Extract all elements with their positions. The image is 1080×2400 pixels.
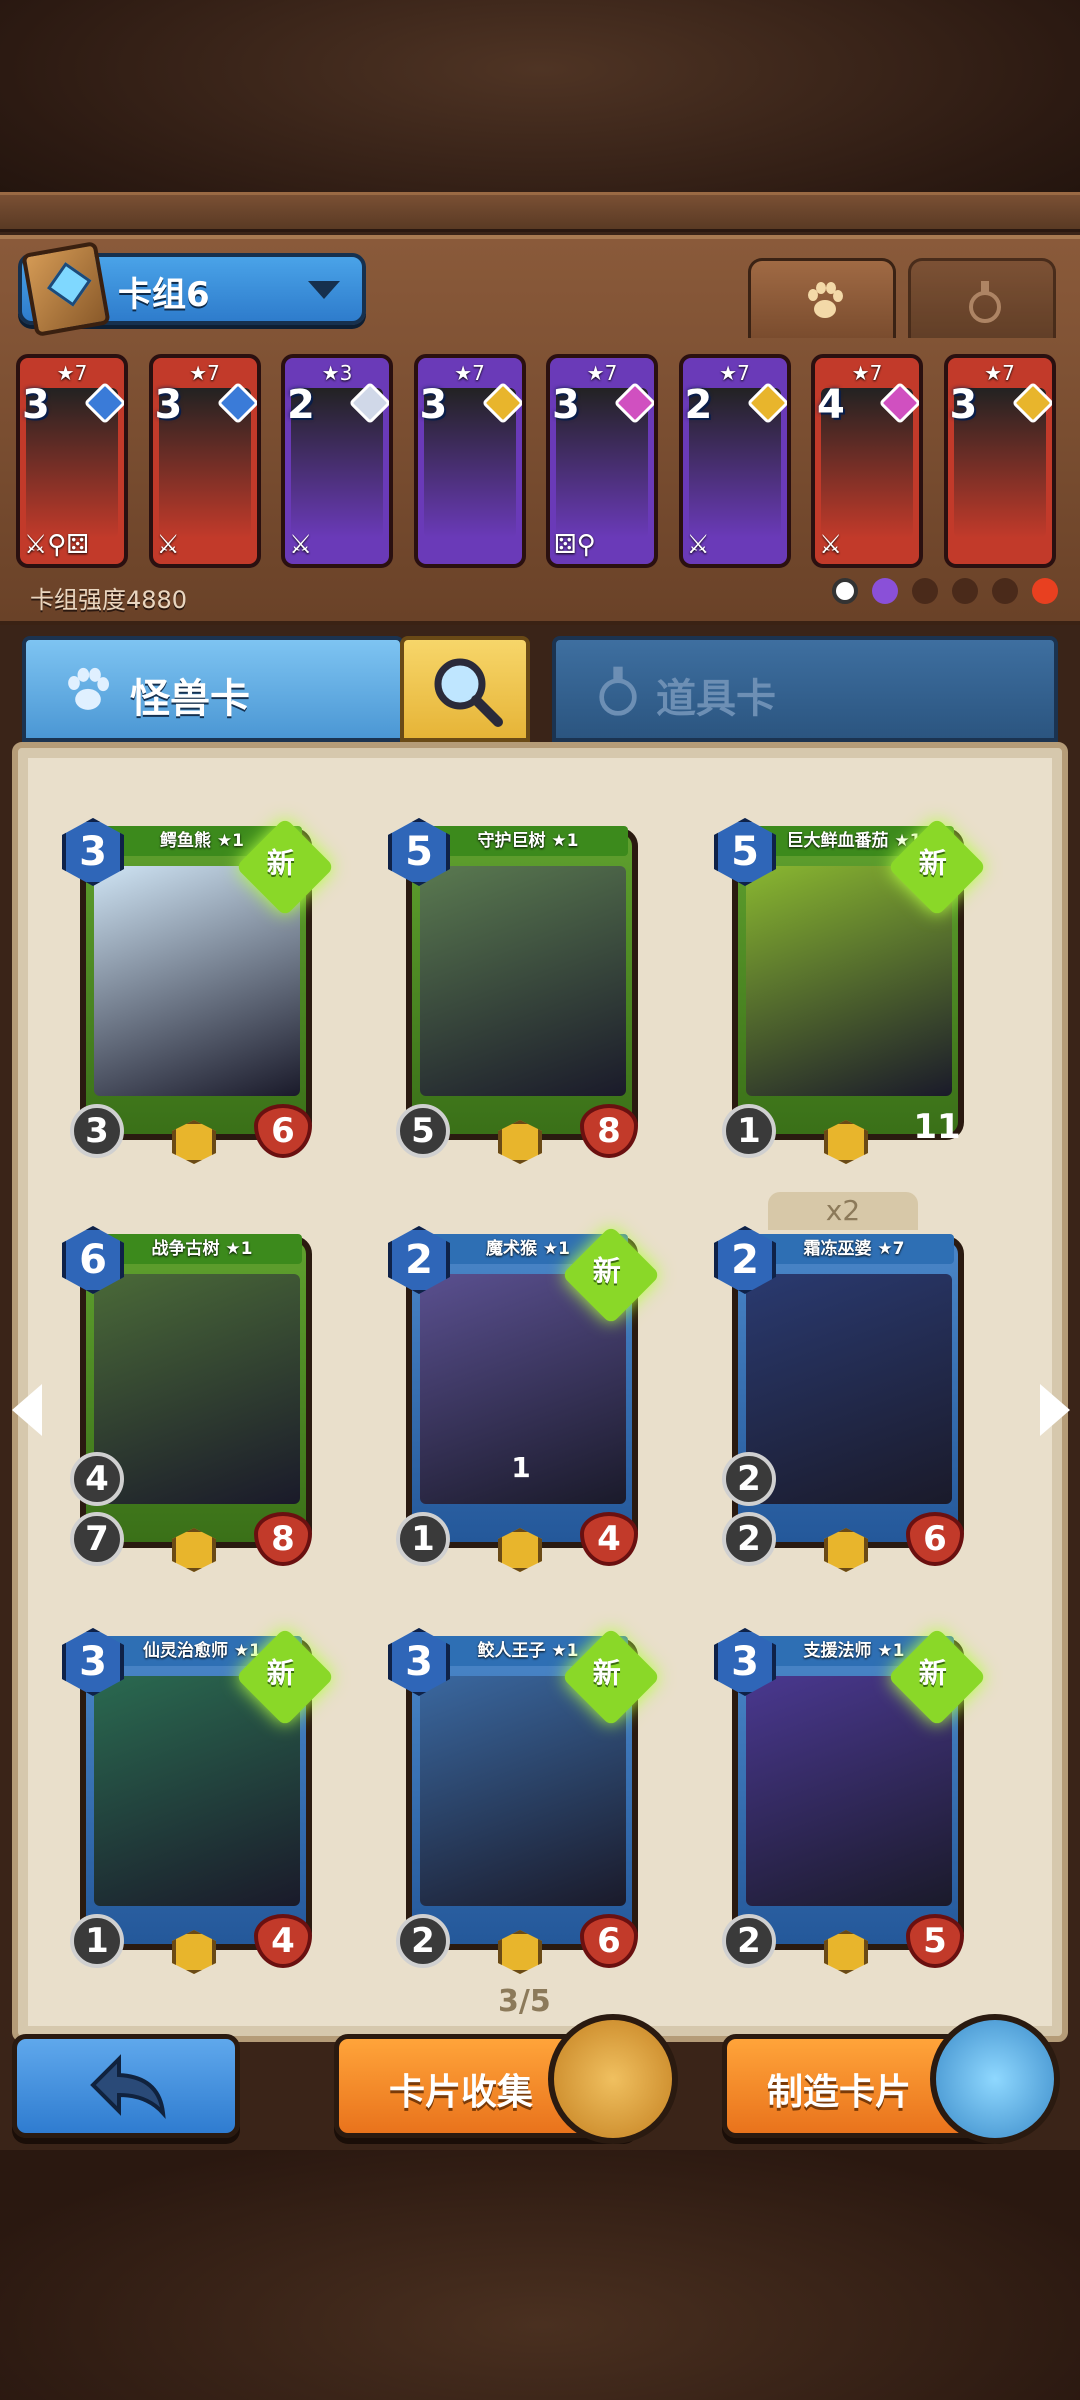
deck-card-cost: 3 bbox=[22, 382, 50, 428]
magnifier-icon bbox=[434, 658, 503, 727]
card-attack: 2 bbox=[722, 1914, 776, 1968]
card-health: 4 bbox=[254, 1914, 312, 1968]
card-health: 6 bbox=[254, 1104, 312, 1158]
card-health: 6 bbox=[580, 1914, 638, 1968]
chevron-down-icon[interactable] bbox=[308, 281, 340, 299]
card-health: 4 bbox=[580, 1512, 638, 1566]
monster-card[interactable]: 战争古树 ★1 6 4 7 8 bbox=[62, 1226, 320, 1572]
craft-card-label: 制造卡片 bbox=[767, 2072, 912, 2113]
page-indicator: 3/5 bbox=[498, 1984, 551, 2019]
deck-card[interactable]: ★3 2 ⚔ bbox=[281, 354, 393, 568]
deck-card-cost: 3 bbox=[552, 382, 580, 428]
tab-monster-cards[interactable]: 怪兽卡 bbox=[22, 636, 404, 742]
search-button[interactable] bbox=[400, 636, 530, 742]
card-attack: 1 bbox=[396, 1512, 450, 1566]
deck-card-cost: 4 bbox=[817, 382, 845, 428]
monster-card[interactable]: x2 霜冻巫婆 ★7 2 2 2 6 bbox=[714, 1192, 972, 1572]
card-collection-label: 卡片收集 bbox=[389, 2072, 534, 2113]
deck-card-cost: 3 bbox=[419, 382, 448, 428]
deck-card[interactable]: ★7 3 ⚔ bbox=[148, 354, 261, 568]
next-page-arrow-icon[interactable] bbox=[1040, 1384, 1070, 1436]
tab-item-deck[interactable] bbox=[908, 258, 1056, 338]
paw-icon bbox=[68, 667, 109, 710]
deck-card[interactable]: ★7 2 ⚔ bbox=[678, 354, 791, 568]
card-count-badge: x2 bbox=[768, 1192, 918, 1230]
card-name: 霜冻巫婆 ★7 bbox=[754, 1234, 954, 1264]
card-pack-icon bbox=[548, 2014, 678, 2144]
paw-icon bbox=[808, 282, 843, 318]
tab-monster-label: 怪兽卡 bbox=[130, 676, 250, 722]
card-name: 战争古树 ★1 bbox=[102, 1234, 302, 1264]
card-buff-value: 2 bbox=[722, 1452, 776, 1506]
deck-card-tools: ⚔ bbox=[289, 530, 313, 560]
deck-card-tools: ⚄⚲ bbox=[554, 530, 596, 560]
wood-divider bbox=[0, 192, 1080, 232]
card-health: 11 bbox=[913, 1107, 961, 1147]
monster-card[interactable]: 鲛人王子 ★1 3 新 2 6 bbox=[388, 1627, 661, 1974]
deck-book-icon bbox=[21, 241, 111, 337]
monster-card[interactable]: 支援法师 ★1 3 新 2 5 bbox=[714, 1627, 987, 1974]
card-buff-value: 4 bbox=[70, 1452, 124, 1506]
card-health: 8 bbox=[580, 1104, 638, 1158]
tab-item-cards[interactable]: 道具卡 bbox=[552, 636, 1058, 742]
deck-card-cost: 3 bbox=[949, 382, 978, 428]
new-badge-label: 新 bbox=[592, 1254, 621, 1288]
new-badge-label: 新 bbox=[918, 1656, 947, 1690]
card-art bbox=[94, 1274, 300, 1504]
deck-card[interactable]: ★7 3 ⚔⚲⚄ bbox=[16, 354, 128, 568]
card-art bbox=[420, 866, 626, 1096]
bottom-wood-background bbox=[0, 2150, 1080, 2400]
deck-card-cost: 2 bbox=[684, 382, 713, 428]
deck-card-cost: 2 bbox=[287, 382, 315, 428]
monster-card[interactable]: 巨大鲜血番茄 ★1 5 新 1 11 bbox=[714, 817, 987, 1164]
card-health: 5 bbox=[906, 1914, 964, 1968]
card-attack: 7 bbox=[70, 1512, 124, 1566]
deck-card[interactable]: ★7 4 ⚔ bbox=[811, 354, 923, 568]
deck-selector[interactable]: 卡组6 bbox=[18, 241, 366, 337]
card-attack: 5 bbox=[396, 1104, 450, 1158]
card-health: 8 bbox=[254, 1512, 312, 1566]
tab-monster-deck[interactable] bbox=[748, 258, 896, 338]
new-badge-label: 新 bbox=[266, 846, 295, 880]
prev-page-arrow-icon[interactable] bbox=[12, 1384, 42, 1436]
tab-item-label: 道具卡 bbox=[656, 676, 776, 722]
deck-card[interactable]: ★7 3 bbox=[943, 354, 1056, 568]
new-badge-label: 新 bbox=[266, 1656, 295, 1690]
monster-card[interactable]: 守护巨树 ★1 5 5 8 bbox=[388, 818, 646, 1164]
deck-card-tools: ⚔ bbox=[686, 530, 710, 560]
monster-card[interactable]: 仙灵治愈师 ★1 3 新 1 4 bbox=[62, 1627, 335, 1974]
paw-potion-icon bbox=[930, 2014, 1060, 2144]
monster-card[interactable]: 魔术猴 ★1 2 新 1 1 4 bbox=[388, 1225, 661, 1572]
card-art bbox=[746, 1274, 952, 1504]
card-name: 守护巨树 ★1 bbox=[428, 826, 628, 856]
card-attack: 1 bbox=[722, 1104, 776, 1158]
card-health: 6 bbox=[906, 1512, 964, 1566]
back-arrow-icon bbox=[90, 2054, 166, 2120]
deck-card[interactable]: ★7 3 ⚄⚲ bbox=[546, 354, 658, 568]
card-attack: 1 bbox=[70, 1914, 124, 1968]
card-attack: 2 bbox=[722, 1512, 776, 1566]
deck-card-cost: 3 bbox=[154, 382, 183, 428]
potion-icon bbox=[969, 281, 1001, 323]
card-attack: 2 bbox=[396, 1914, 450, 1968]
deck-card-tools: ⚔ bbox=[819, 530, 843, 560]
deck-card[interactable]: ★7 3 bbox=[413, 354, 526, 568]
card-attack: 3 bbox=[70, 1104, 124, 1158]
deck-card-tools: ⚔ bbox=[156, 530, 180, 560]
back-button[interactable] bbox=[12, 2034, 240, 2138]
potion-icon bbox=[599, 666, 637, 716]
new-badge-label: 新 bbox=[592, 1656, 621, 1690]
new-badge-label: 新 bbox=[918, 846, 947, 880]
deck-card-tools: ⚔⚲⚄ bbox=[24, 530, 89, 560]
monster-card[interactable]: 鳄鱼熊 ★1 3 新 3 6 bbox=[62, 817, 335, 1164]
deck-name: 卡组6 bbox=[118, 275, 210, 315]
